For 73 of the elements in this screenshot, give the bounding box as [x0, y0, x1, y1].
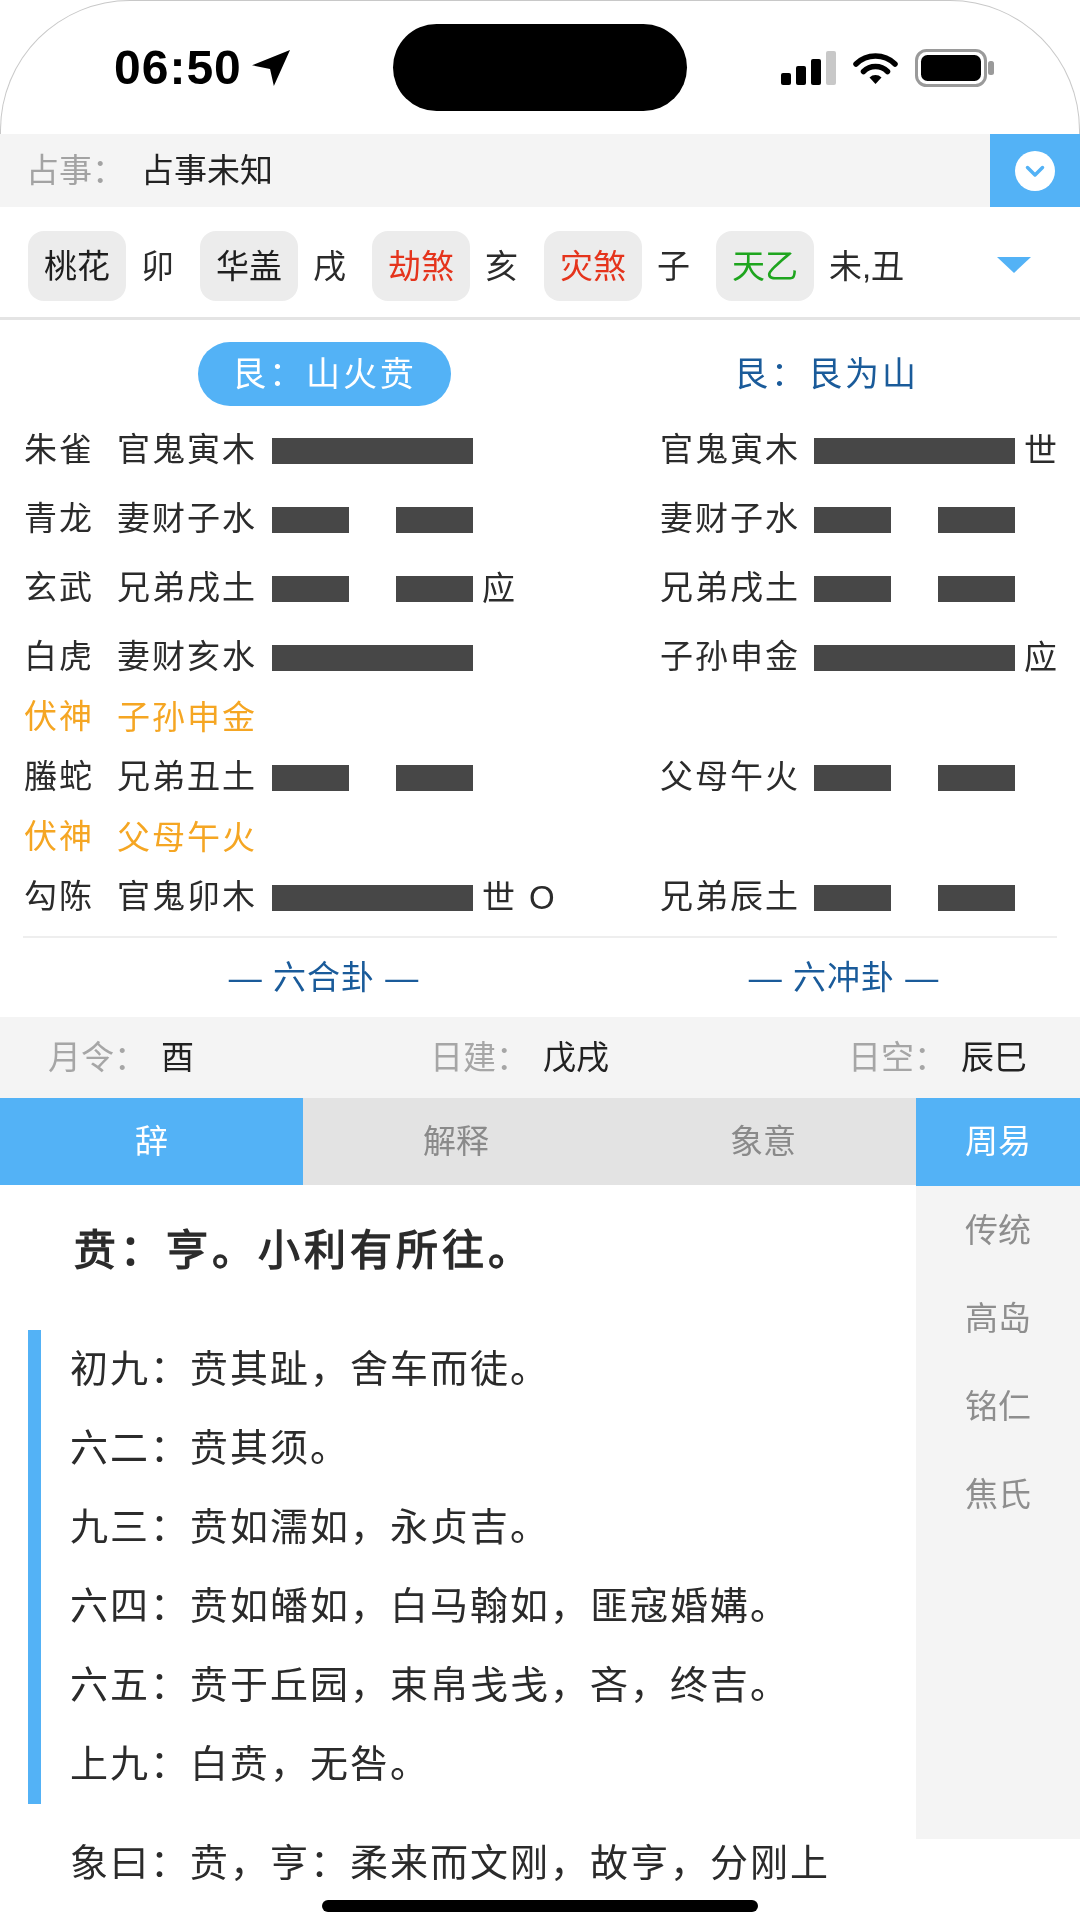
source-item[interactable]: 传统 — [965, 1213, 1031, 1247]
chevron-down-icon — [1015, 150, 1055, 191]
tab[interactable]: 辞 — [0, 1098, 303, 1185]
moving-marker: O — [529, 881, 557, 914]
dropdown-button[interactable] — [990, 134, 1080, 207]
tag-label: 劫煞 — [372, 231, 470, 301]
hexagram-type-label: — 六合卦 — — [228, 961, 420, 994]
relation-text: 父母午火 — [660, 758, 800, 795]
status-time: 06:50 — [114, 43, 242, 92]
spirit-text: 螣蛇 — [24, 758, 94, 795]
hexagram-title[interactable]: 艮：艮为山 — [733, 357, 919, 391]
branch-text: 子 — [657, 249, 690, 283]
branch-text: 未,丑 — [829, 249, 905, 283]
info-label: 日空： — [848, 1041, 947, 1074]
hidden-spirit-label: 伏神 — [24, 818, 94, 855]
relation-text: 兄弟丑土 — [117, 758, 257, 795]
line-marker: 世 — [482, 881, 517, 914]
spirit-text: 白虎 — [24, 638, 94, 675]
line-marker: 应 — [482, 572, 517, 605]
relation-text: 妻财亥水 — [117, 638, 257, 675]
line-text: 六五：贲于丘园，束帛戋戋，吝，终吉。 — [70, 1663, 790, 1708]
relation-text: 妻财子水 — [660, 500, 800, 537]
relation-text: 妻财子水 — [117, 500, 257, 537]
branch-text: 戌 — [313, 249, 346, 283]
line-marker: 应 — [1024, 641, 1059, 674]
tag-label: 华盖 — [200, 231, 298, 301]
line-text: 六四：贲如皤如，白马翰如，匪寇婚媾。 — [70, 1584, 790, 1629]
info-label: 月令： — [48, 1041, 147, 1074]
spirit-text: 青龙 — [24, 500, 94, 537]
relation-text: 兄弟戌土 — [117, 569, 257, 606]
hidden-relation-text: 子孙申金 — [117, 701, 257, 734]
commentary-text: 象曰：贲，亨：柔来而文刚，故亨，分刚上 — [70, 1841, 830, 1886]
line-text: 九三：贲如濡如，永贞吉。 — [70, 1505, 550, 1550]
branch-text: 亥 — [485, 249, 518, 283]
location-arrow-icon — [251, 49, 290, 86]
tab[interactable]: 解释 — [303, 1098, 609, 1185]
judgment-heading: 贲：亨。小利有所往。 — [74, 1226, 534, 1276]
triangle-down-icon[interactable] — [997, 257, 1031, 273]
tab[interactable]: 象意 — [609, 1098, 916, 1185]
info-value: 酉 — [161, 1041, 194, 1074]
relation-text: 官鬼寅木 — [660, 431, 800, 468]
relation-text: 子孙申金 — [660, 638, 800, 675]
source-item[interactable]: 周易 — [916, 1098, 1080, 1186]
tag-label: 灾煞 — [544, 231, 642, 301]
tag-label: 天乙 — [716, 231, 814, 301]
tag-label: 桃花 — [28, 231, 126, 301]
source-item[interactable]: 铭仁 — [965, 1389, 1031, 1423]
relation-text: 兄弟戌土 — [660, 569, 800, 606]
signal-bars-icon — [781, 50, 836, 85]
relation-text: 官鬼卯木 — [117, 878, 257, 915]
line-text: 六二：贲其须。 — [70, 1426, 350, 1471]
info-value: 辰巳 — [961, 1041, 1027, 1074]
wifi-icon — [853, 50, 898, 85]
question-label: 占事： — [26, 154, 125, 187]
info-label: 日建： — [430, 1041, 529, 1074]
info-value: 戊戌 — [543, 1041, 609, 1074]
relation-text: 兄弟辰土 — [660, 878, 800, 915]
line-text: 初九：贲其趾，舍车而徒。 — [70, 1347, 550, 1392]
source-item[interactable]: 焦氏 — [965, 1477, 1031, 1511]
spirit-text: 勾陈 — [24, 878, 94, 915]
hexagram-title[interactable]: 艮：山火贲 — [197, 342, 451, 406]
line-marker: 世 — [1024, 434, 1059, 467]
hidden-relation-text: 父母午火 — [117, 821, 257, 854]
battery-icon — [915, 48, 994, 87]
relation-text: 官鬼寅木 — [117, 431, 257, 468]
spirit-text: 朱雀 — [24, 431, 94, 468]
line-text: 上九：白贲，无咎。 — [70, 1742, 430, 1787]
spirit-text: 玄武 — [24, 569, 94, 606]
branch-text: 卯 — [141, 249, 174, 283]
source-item[interactable]: 高岛 — [965, 1301, 1031, 1335]
question-text: 占事未知 — [141, 154, 273, 187]
hexagram-type-label: — 六冲卦 — — [748, 961, 940, 994]
hidden-spirit-label: 伏神 — [24, 698, 94, 735]
